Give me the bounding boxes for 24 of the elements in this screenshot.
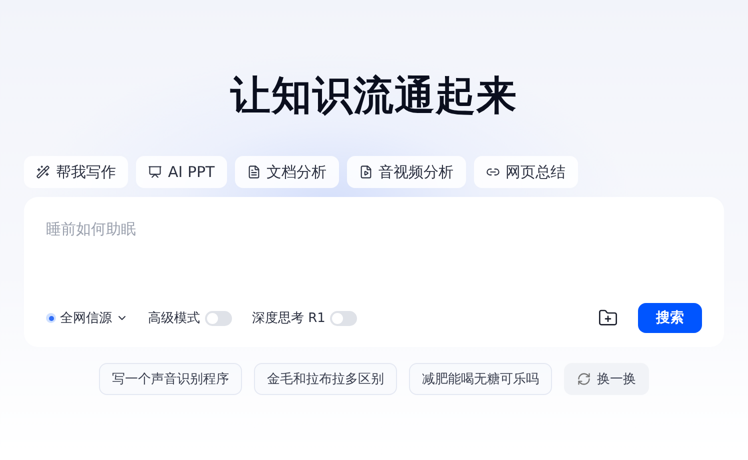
suggestion-chip[interactable]: 写一个声音识别程序 [99,363,242,395]
refresh-icon [577,372,591,386]
refresh-button[interactable]: 换一换 [564,363,649,395]
tool-button[interactable]: 帮我写作 [24,156,128,188]
wand-icon [36,165,50,179]
folder-plus-icon[interactable] [598,308,618,328]
tool-button[interactable]: 网页总结 [474,156,578,188]
document-icon [246,165,261,179]
search-button[interactable]: 搜索 [638,303,702,333]
suggestion-chip[interactable]: 金毛和拉布拉多区别 [254,363,397,395]
tool-button[interactable]: 音视频分析 [346,156,466,188]
tool-button[interactable]: AI PPT [136,156,227,188]
suggestion-chip[interactable]: 减肥能喝无糖可乐吗 [409,363,552,395]
toggle-switch[interactable] [330,310,358,326]
dot-icon [46,313,56,323]
video-file-icon [358,165,373,179]
search-field[interactable]: 睡前如何助眠 全网信源 高级模式 深度思考 R1 搜索 [24,197,724,347]
tool-button[interactable]: 文档分析 [234,156,339,188]
presentation-icon [148,165,162,179]
option-label: 高级模式 [148,310,200,327]
option-label: 深度思考 R1 [252,310,326,327]
source-selector[interactable]: 全网信源 [46,309,128,327]
page-title: 让知识流通起来 [230,72,518,121]
toggle-switch[interactable] [205,310,232,326]
